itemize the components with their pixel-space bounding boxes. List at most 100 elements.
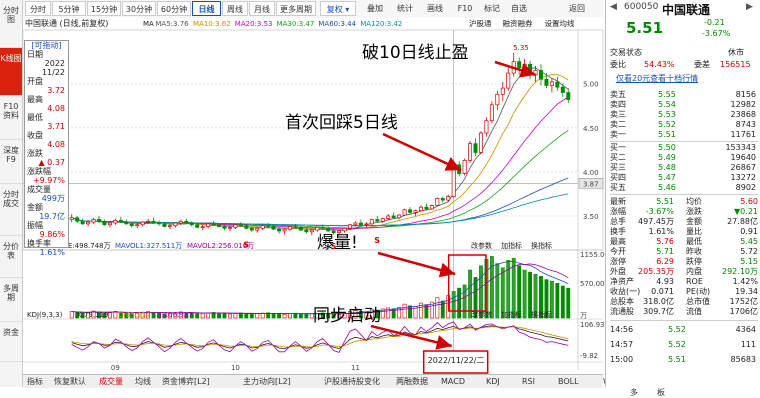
left-nav-0[interactable]: 分时图 [0, 0, 22, 48]
indicator-tab-3[interactable]: 均线 [135, 376, 151, 387]
candle-body [522, 63, 527, 69]
bid-level-2-cell: 19640 [730, 153, 756, 162]
header-extra-0[interactable]: 沪股通 [469, 18, 492, 28]
adjust-dropdown[interactable]: 复权 ▾ [320, 1, 356, 16]
toolbar-item-2[interactable]: 画线 [421, 1, 449, 16]
info-value-0: 3.72 [47, 86, 65, 95]
tick-row-2: 15:00 5.51 85683 [610, 355, 758, 365]
vol-tick: 570.00 [580, 280, 605, 288]
toolbar-item-6[interactable]: 返回 [563, 1, 591, 16]
indicator-tab-11[interactable]: BOLL [558, 376, 579, 387]
stat-row-5: 今开 5.71 昨收 5.72 [610, 247, 758, 257]
period-tab-2[interactable]: 15分钟 [87, 1, 121, 16]
indicator-tab-0[interactable]: 指标 [27, 376, 43, 387]
high-price-label: 5.35 [513, 44, 529, 52]
indicator-tab-1[interactable]: 恢复默认 [54, 376, 86, 387]
info-box[interactable]: [可拖动] 日期 2022 11/22 开盘 3.72 最高 4.08 最低 3.71 收盘 4.08… [24, 40, 69, 257]
candle-body [380, 218, 385, 222]
left-nav-7[interactable]: 资金 [0, 322, 22, 362]
left-nav-4[interactable]: 分时成交 [0, 184, 22, 236]
volume-bar [402, 303, 407, 319]
ma-legend-6: MA120:3.42 [360, 20, 402, 28]
vol-tool-2[interactable]: 换指标 [531, 241, 552, 250]
candle-body [244, 225, 249, 229]
volume-bar [69, 311, 74, 319]
left-nav-5[interactable]: 分价表 [0, 236, 22, 278]
stat-row-2: 总手 497.45万 金额 27.88亿 [610, 217, 758, 227]
next-stock-icon[interactable]: ▶ [746, 2, 753, 12]
price-tick: 4.50 [583, 125, 599, 133]
candle-body [135, 224, 140, 227]
candle-body [309, 229, 314, 233]
indicator-tab-7[interactable]: 两融数据 [396, 376, 428, 387]
info-date-0: 2022 [44, 59, 65, 68]
candle-body [227, 227, 232, 229]
candle-body [358, 222, 363, 226]
price-tick: 3.50 [583, 213, 599, 221]
ask-level-1: 卖一 5.51 11761 [610, 130, 758, 140]
period-tab-6[interactable]: 周线 [222, 1, 248, 16]
header-extra-1[interactable]: 融资融券 [503, 18, 533, 28]
candle-body [118, 220, 123, 223]
volume-bar [408, 305, 412, 319]
annotation-break-ma10: 破10日线止盈 [362, 43, 469, 63]
left-nav-3[interactable]: 深度F9 [0, 140, 22, 184]
candle [369, 218, 374, 225]
ask-level-4-cell: 卖四 [610, 100, 626, 109]
vol-tool-1[interactable]: 加指标 [501, 241, 522, 250]
x-label-0: 09 [111, 364, 120, 372]
tick-row-0-cell: 5.52 [668, 325, 686, 334]
indicator-tab-8[interactable]: MACD [441, 376, 465, 387]
stat-row-8-cell: 净资产 [610, 277, 634, 286]
indicator-tab-4[interactable]: 资金博弈[L2] [162, 376, 210, 387]
candle-body [162, 223, 167, 227]
period-tab-8[interactable]: 更多周期 [276, 1, 316, 16]
volume-bar [298, 313, 303, 319]
period-tab-1[interactable]: 5分钟 [52, 1, 86, 16]
indicator-tab-10[interactable]: RSI [522, 376, 535, 387]
candle-body [271, 226, 276, 230]
price-tick: 3.87 [583, 180, 599, 188]
info-date-1: 11/22 [41, 68, 65, 77]
stat-row-5-cell: 今开 [610, 247, 626, 256]
ask-level-3-cell: 5.53 [658, 110, 676, 119]
toolbar-item-5[interactable]: 自选 [505, 1, 533, 16]
candle-body [549, 81, 554, 86]
header-extra-2[interactable]: 设置均线 [545, 18, 575, 28]
candle-body [75, 217, 80, 222]
candle-body [446, 196, 451, 201]
period-tab-7[interactable]: 月线 [249, 1, 275, 16]
indicator-tab-6[interactable]: 沪股通持股变化 [324, 376, 380, 387]
indicator-tab-5[interactable]: 主力动向[L2] [243, 376, 291, 387]
toolbar-item-4[interactable]: 标记 [478, 1, 506, 16]
period-tab-4[interactable]: 60分钟 [157, 1, 191, 16]
l2-quote-link[interactable]: 仅看20元查看十档行情 [616, 73, 698, 84]
stat-row-4-cell: 5.45 [740, 237, 758, 246]
volume-bar [217, 312, 221, 319]
period-tab-3[interactable]: 30分钟 [122, 1, 156, 16]
stat-row-4-cell: 5.76 [656, 237, 674, 246]
period-tab-0[interactable]: 分时 [25, 1, 51, 16]
info-value-9: 1.61% [39, 248, 65, 257]
left-nav-6[interactable]: 多周期 [0, 278, 22, 322]
stat-row-0-cell: 5.60 [740, 197, 758, 206]
period-tab-5[interactable]: 日线 [192, 1, 221, 16]
candle-body [560, 86, 565, 93]
candle-body [539, 70, 543, 80]
toolbar-item-3[interactable]: F10 [451, 1, 479, 16]
kline-chart[interactable]: 中国联通 (日线,前复权) MA MA5:3.76 MA10:3.62 MA20:3.… [23, 18, 605, 374]
kdj-tool-1[interactable]: 加指标 [501, 310, 522, 319]
kdj-tool-2[interactable]: 换指标 [531, 310, 552, 319]
left-nav-1[interactable]: K线图 [0, 48, 22, 96]
vol-tool-0[interactable]: 改参数 [471, 241, 492, 250]
candle-body [282, 228, 287, 232]
indicator-tab-2[interactable]: 成交量 [99, 376, 123, 387]
trade-status-cell: 交易状态 [610, 48, 642, 57]
prev-stock-icon[interactable]: ◀ [610, 2, 617, 12]
left-nav-2[interactable]: F10资料 [0, 96, 22, 140]
toolbar-item-1[interactable]: 统计 [391, 1, 419, 16]
toolbar-item-0[interactable]: 叠加 [361, 1, 389, 16]
info-drag-tag[interactable]: [可拖动] [25, 41, 68, 50]
indicator-tab-9[interactable]: KDJ [486, 376, 500, 387]
candle-body [304, 229, 309, 233]
